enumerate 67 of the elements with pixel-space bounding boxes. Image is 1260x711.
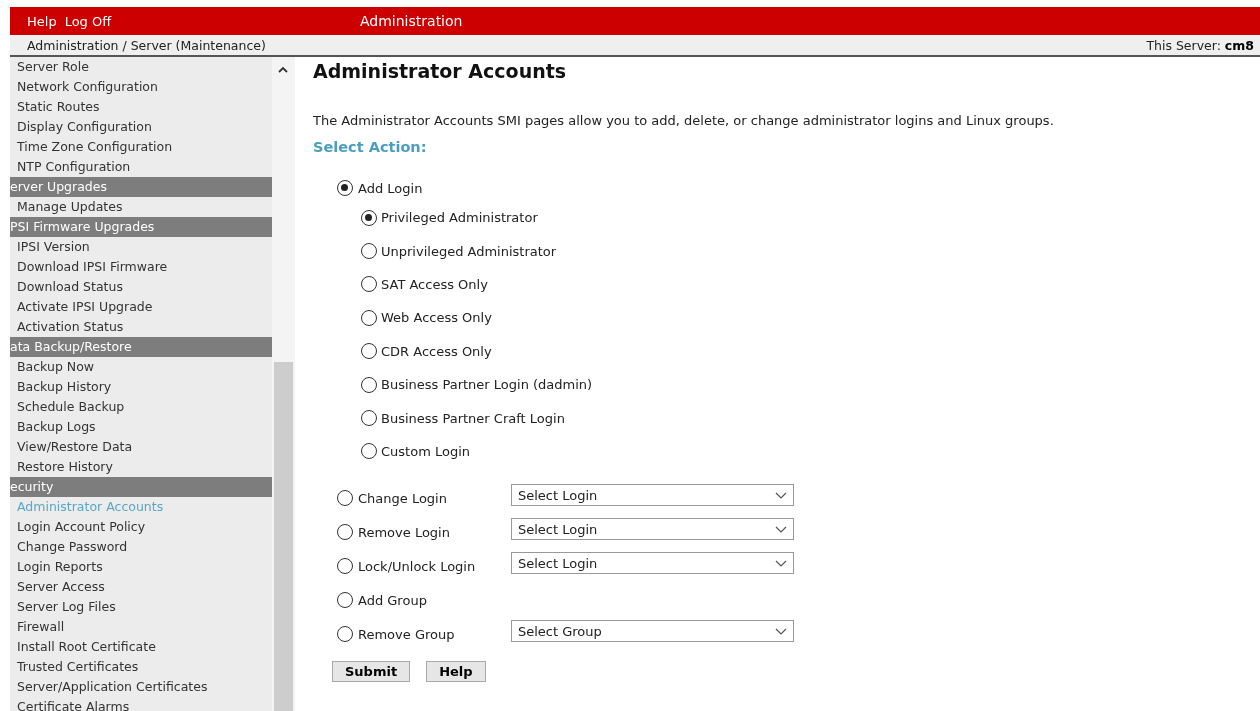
breadcrumb: Administration / Server (Maintenance) [27, 37, 266, 53]
app-title: Administration [360, 13, 463, 29]
sidebar-section-header: PSI Firmware Upgrades [10, 217, 272, 237]
sidebar-item[interactable]: Network Configuration [10, 77, 272, 97]
sidebar-section-header: erver Upgrades [10, 177, 272, 197]
login-type-radio[interactable]: Privileged Administrator [361, 201, 1260, 235]
action-radio[interactable]: Change Login [337, 490, 511, 507]
top-link[interactable]: Log Off [64, 13, 112, 29]
action-radio[interactable]: Remove Login [337, 524, 511, 541]
login-type-radio[interactable]: CDR Access Only [361, 334, 1260, 368]
sidebar-item[interactable]: Backup Now [10, 357, 272, 377]
sidebar-item[interactable]: Time Zone Configuration [10, 137, 272, 157]
top-link[interactable]: Help [27, 13, 57, 29]
scroll-up-icon[interactable] [278, 66, 288, 73]
sidebar-item[interactable]: Server Log Files [10, 597, 272, 617]
sidebar-item[interactable]: Firewall [10, 617, 272, 637]
sidebar-item[interactable]: Login Account Policy [10, 517, 272, 537]
help-button[interactable]: Help [426, 661, 486, 683]
sidebar-item[interactable]: Server/Application Certificates [10, 677, 272, 697]
sidebar-item[interactable]: Server Role [10, 57, 272, 77]
page-title: Administrator Accounts [313, 60, 568, 82]
action-radio[interactable]: Remove Group [337, 626, 511, 643]
sidebar-item[interactable]: Manage Updates [10, 197, 272, 217]
sidebar-item[interactable]: Display Configuration [10, 117, 272, 137]
sidebar-section-header: ata Backup/Restore [10, 337, 272, 357]
submit-button[interactable]: Submit [332, 661, 411, 683]
scrollbar[interactable] [272, 57, 295, 711]
scrollbar-thumb[interactable] [274, 362, 293, 711]
sidebar-item[interactable]: Backup History [10, 377, 272, 397]
login-type-radio[interactable]: Business Partner Login (dadmin) [361, 367, 1260, 402]
sidebar-item[interactable]: NTP Configuration [10, 157, 272, 177]
dropdown-chevron-icon [775, 491, 787, 499]
sidebar-item[interactable]: IPSI Version [10, 237, 272, 257]
login-type-radio[interactable]: Unprivileged Administrator [361, 234, 1260, 268]
sidebar-item[interactable]: Activation Status [10, 317, 272, 337]
dropdown-chevron-icon [775, 627, 787, 635]
sidebar-item[interactable]: Restore History [10, 457, 272, 477]
sidebar-item[interactable]: Download Status [10, 277, 272, 297]
sidebar-item[interactable]: Static Routes [10, 97, 272, 117]
action-radio[interactable]: Add Login [337, 180, 511, 196]
sidebar-item[interactable]: Login Reports [10, 557, 272, 577]
action-radio[interactable]: Lock/Unlock Login [337, 558, 511, 575]
login-type-radio[interactable]: SAT Access Only [361, 267, 1260, 302]
login-dropdown[interactable]: Select Login [511, 484, 794, 507]
intro-text: The Administrator Accounts SMI pages allow you to add, delete, or change administrator logins and Linux groups. [313, 113, 1055, 128]
action-radio[interactable]: Add Group [337, 592, 511, 609]
sidebar-item[interactable]: Server Access [10, 577, 272, 597]
login-dropdown[interactable]: Select Login [511, 518, 794, 541]
sidebar-item[interactable]: Activate IPSI Upgrade [10, 297, 272, 317]
sidebar-item[interactable]: View/Restore Data [10, 437, 272, 457]
login-type-radio[interactable]: Business Partner Craft Login [361, 401, 1260, 435]
sidebar-item[interactable]: Schedule Backup [10, 397, 272, 417]
sidebar-item[interactable]: Backup Logs [10, 417, 272, 437]
login-type-radio[interactable]: Web Access Only [361, 301, 1260, 335]
login-dropdown[interactable]: Select Group [511, 620, 794, 643]
sidebar-item[interactable]: Download IPSI Firmware [10, 257, 272, 277]
section-label: Select Action: [313, 139, 428, 155]
login-dropdown[interactable]: Select Login [511, 552, 794, 575]
sidebar-item[interactable]: Certificate Alarms [10, 697, 272, 711]
sidebar-section-header: ecurity [10, 477, 272, 497]
sidebar-item[interactable]: Change Password [10, 537, 272, 557]
dropdown-chevron-icon [775, 525, 787, 533]
server-info: This Server: cm8 [1146, 37, 1254, 53]
sidebar-item[interactable]: Install Root Certificate [10, 637, 272, 657]
dropdown-chevron-icon [775, 559, 787, 567]
sidebar-item[interactable]: Trusted Certificates [10, 657, 272, 677]
login-type-radio[interactable]: Custom Login [361, 434, 1260, 469]
